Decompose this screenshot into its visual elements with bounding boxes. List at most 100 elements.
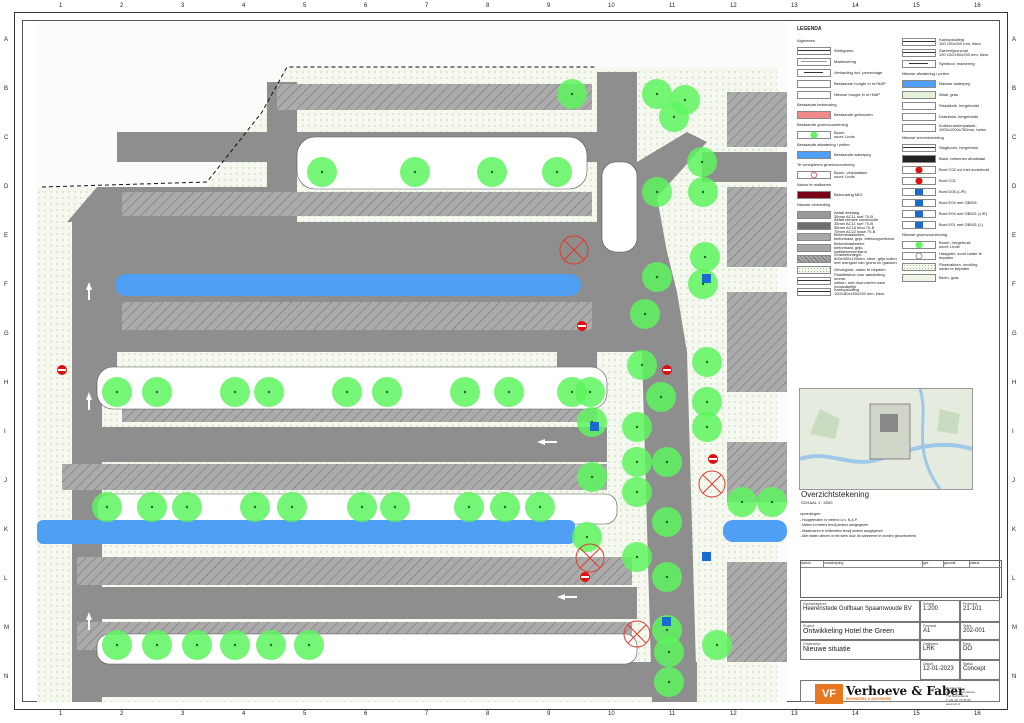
- legend-item-label: Boom soort: Linde: [834, 129, 855, 139]
- column-label: 1: [59, 711, 63, 717]
- legend-item: Kantopsluiting 100 100x200 mm, kleur: [902, 36, 1002, 47]
- legend-item: Bord D05 (L/R): [902, 186, 1002, 197]
- tree-center: [740, 500, 744, 504]
- legend-swatch: [902, 112, 936, 121]
- tree-center: [155, 643, 159, 647]
- column-label: 10: [608, 3, 615, 9]
- tb-client: Opdrachtgever: Heerenstede Golfbaan Spaa…: [800, 600, 920, 622]
- legend-item-label: Bord C02 uvl met onderbord: [939, 166, 990, 172]
- road-row-n: [77, 662, 697, 697]
- tree-center: [155, 390, 159, 394]
- overview-map[interactable]: [799, 388, 973, 490]
- legend-item-label: Grasbetontegel, 600x400x120mm, kleur: gr…: [834, 251, 897, 265]
- legend-group-head: Bestaande groenvoorziening: [797, 122, 848, 127]
- overview-title: Overzichtstekening: [801, 490, 870, 499]
- tree-center: [150, 505, 154, 509]
- legend-swatch: [902, 273, 936, 282]
- legend-item: Bestaande hoogte in m+NAP: [797, 78, 897, 89]
- legend-item: Bord C01: [902, 175, 1002, 186]
- row-label: L: [1012, 576, 1016, 582]
- tree-center: [105, 505, 109, 509]
- tree-center: [467, 505, 471, 509]
- row-label: J: [1012, 478, 1015, 484]
- rev-col-date: datum: [801, 561, 824, 567]
- tree-center: [665, 460, 669, 464]
- column-label: 14: [852, 3, 859, 9]
- rev-col-checked: gecontr.: [944, 561, 970, 567]
- column-label: 3: [181, 3, 185, 9]
- legend-swatch: [902, 165, 936, 174]
- legend-title: LEGENDA: [797, 26, 822, 32]
- tree-center: [507, 390, 511, 394]
- legend-item: Nieuwe hoogte in m+NAP: [797, 89, 897, 100]
- legend-item: Nieuwe waterpeg: [902, 78, 1002, 89]
- legend-swatch: [902, 101, 936, 110]
- legend-item: Verkanting incl. percentage: [797, 67, 897, 78]
- legend-swatch: [902, 123, 936, 132]
- legend-swatch: [902, 176, 936, 185]
- legend-item-label: Wadi, gras: [939, 91, 958, 97]
- tb-phase: Fase DO: [960, 640, 1000, 660]
- column-ruler-top: 1 2 3 4 5 6 7 8 9 10 11 12 13 14 15 16: [14, 3, 1008, 11]
- legend-item-label: Bank, betonnen afvalstaal: [939, 155, 986, 161]
- row-label: A: [1012, 37, 1017, 43]
- legend-item-label: Nieuwe waterpeg: [939, 80, 970, 86]
- tree-center: [700, 160, 704, 164]
- legend-swatch: [797, 190, 831, 199]
- tree-center: [588, 390, 592, 394]
- row-label: M: [1012, 625, 1017, 631]
- tree-center: [538, 505, 542, 509]
- legend-item: Bestaande gebouwen: [797, 109, 897, 120]
- tb-scale: Schaal 1:200: [920, 600, 960, 622]
- column-label: 7: [425, 3, 429, 9]
- legend-item-label: Symbool: markering: [939, 60, 975, 66]
- legend-swatch: [902, 198, 936, 207]
- row-label: F: [4, 282, 8, 288]
- tree-center: [655, 275, 659, 279]
- legend-group-head: Nieuwe afwatering / peilen: [902, 71, 949, 76]
- tree-center: [701, 190, 705, 194]
- legend-item: Kolkenrandenpakket, 1000x1000x750mm, bet…: [902, 122, 1002, 133]
- legend-item-label: Bord C01: [939, 177, 956, 183]
- legend-item: Boom, hergebruik soort: Linde: [902, 239, 1002, 250]
- tree-center: [570, 390, 574, 394]
- overview-map-graphic: [800, 389, 972, 489]
- legend-item: Bord E01 met OB501 (L): [902, 219, 1002, 230]
- tree-center: [705, 400, 709, 404]
- legend-group-head: Bestaande bebouwing: [797, 102, 837, 107]
- legend-item: Zwrverlijnonvoal 100 100/150x250 mm, kle…: [902, 47, 1002, 58]
- column-label: 15: [913, 711, 920, 717]
- legend-swatch: [902, 48, 936, 57]
- legend-swatch: [797, 79, 831, 88]
- legend-swatch: [797, 150, 831, 159]
- site-plan-map[interactable]: [37, 22, 787, 702]
- tree-center: [705, 360, 709, 364]
- row-label: H: [4, 380, 9, 386]
- tree-center: [115, 643, 119, 647]
- legend-item: Kantopsluiting 100/180x150x250 mm, kleur: [797, 286, 897, 297]
- tree-center: [667, 650, 671, 654]
- legend-item-label: Verkanting incl. percentage: [834, 69, 883, 75]
- legend-swatch: [902, 79, 936, 88]
- legend-swatch: [797, 254, 831, 263]
- tree-center: [655, 92, 659, 96]
- row-label: K: [1012, 527, 1017, 533]
- legend-swatch: [902, 37, 936, 46]
- legend-swatch: [797, 170, 831, 179]
- legend-swatch: [797, 57, 831, 66]
- legend-item-label: Betonstraatsteen, keiformaat, grijs, ell…: [834, 231, 895, 241]
- tree-center: [393, 505, 397, 509]
- legend-item-label: Maatvoering: [834, 58, 857, 64]
- legend-item: Bord C02 uvl met onderbord: [902, 164, 1002, 175]
- tree-center: [385, 390, 389, 394]
- column-label: 12: [730, 3, 737, 9]
- tree-center: [267, 390, 271, 394]
- row-label: C: [1012, 135, 1017, 141]
- legend-item-label: Slagboom, hergebruik: [939, 144, 979, 150]
- column-label: 10: [608, 711, 615, 717]
- column-label: 8: [486, 711, 490, 717]
- tree-center: [635, 555, 639, 559]
- legend-swatch: [797, 110, 831, 119]
- tree-center: [635, 425, 639, 429]
- notes-line: - Alle maten dienen in het werk door de …: [800, 534, 917, 538]
